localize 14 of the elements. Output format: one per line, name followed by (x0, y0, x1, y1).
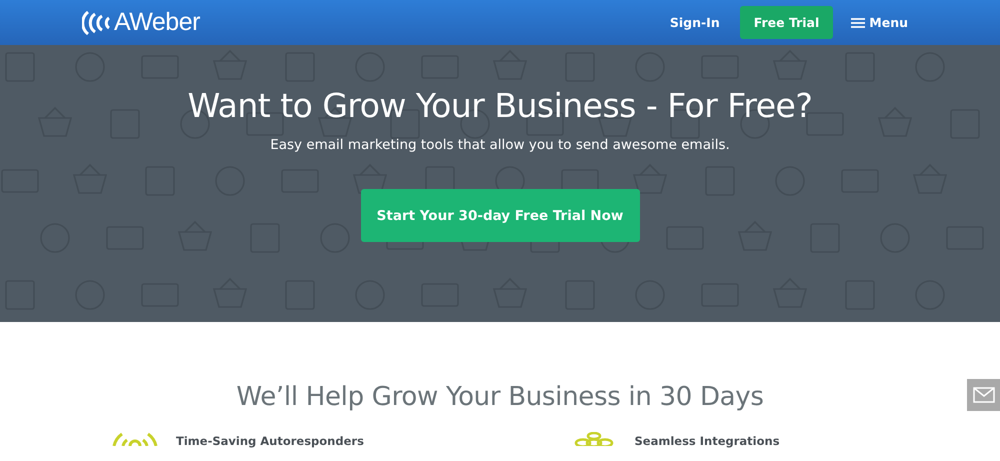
hero-title: Want to Grow Your Business - For Free? (188, 86, 812, 125)
logo-icon (82, 10, 112, 36)
section-title: We’ll Help Grow Your Business in 30 Days (236, 382, 764, 412)
feature-title: Time-Saving Autoresponders (176, 434, 364, 448)
hero-subtitle: Easy email marketing tools that allow you to send awesome emails. (270, 137, 730, 153)
mail-icon (972, 387, 994, 403)
mail-button[interactable] (967, 379, 1000, 411)
start-trial-button[interactable]: Start Your 30-day Free Trial Now (360, 189, 640, 242)
menu-icon (851, 16, 866, 28)
sign-in-link[interactable]: Sign-In (670, 15, 720, 30)
logo-text: AWeber (114, 8, 200, 37)
feature-title: Seamless Integrations (634, 434, 780, 448)
menu-button[interactable]: Menu (851, 15, 908, 30)
free-trial-button[interactable]: Free Trial (740, 6, 834, 39)
